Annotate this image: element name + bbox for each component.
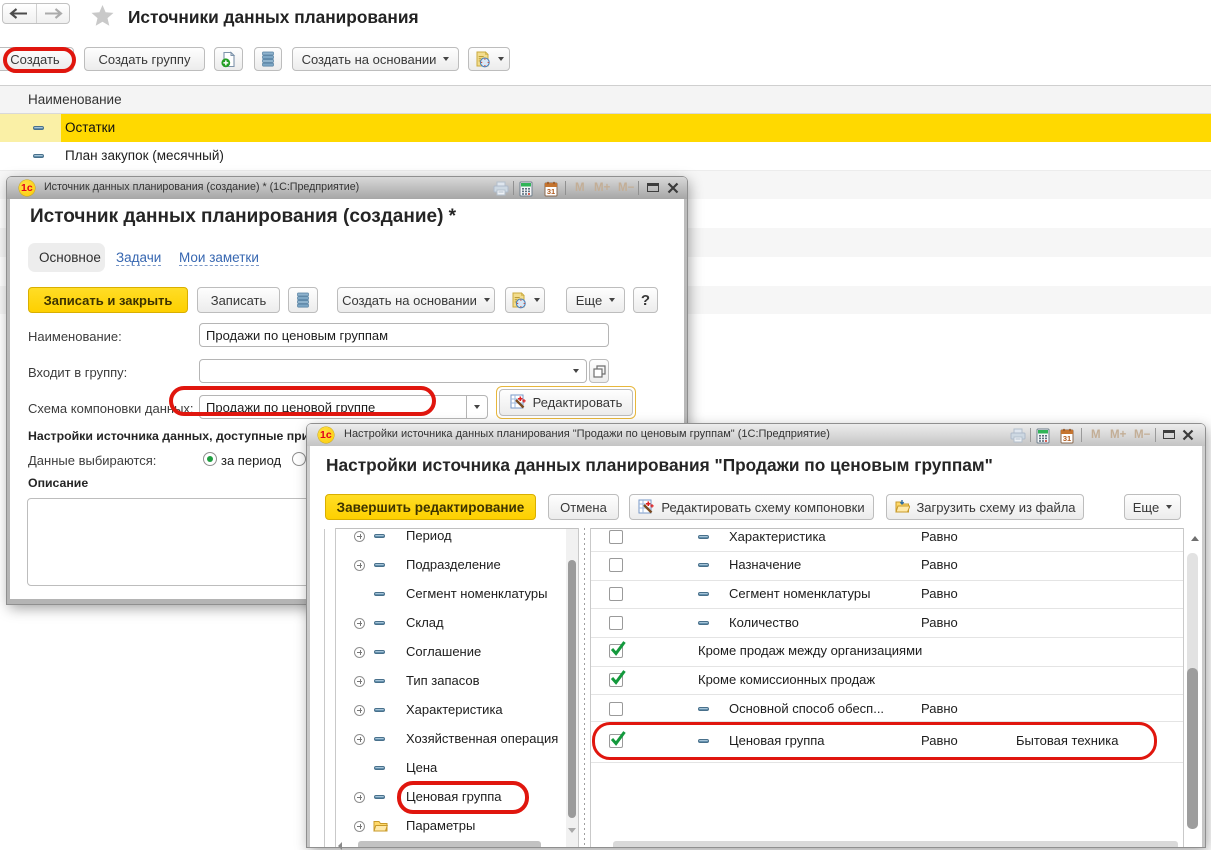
svg-text:31: 31 <box>1063 434 1071 443</box>
svg-text:31: 31 <box>547 187 555 196</box>
